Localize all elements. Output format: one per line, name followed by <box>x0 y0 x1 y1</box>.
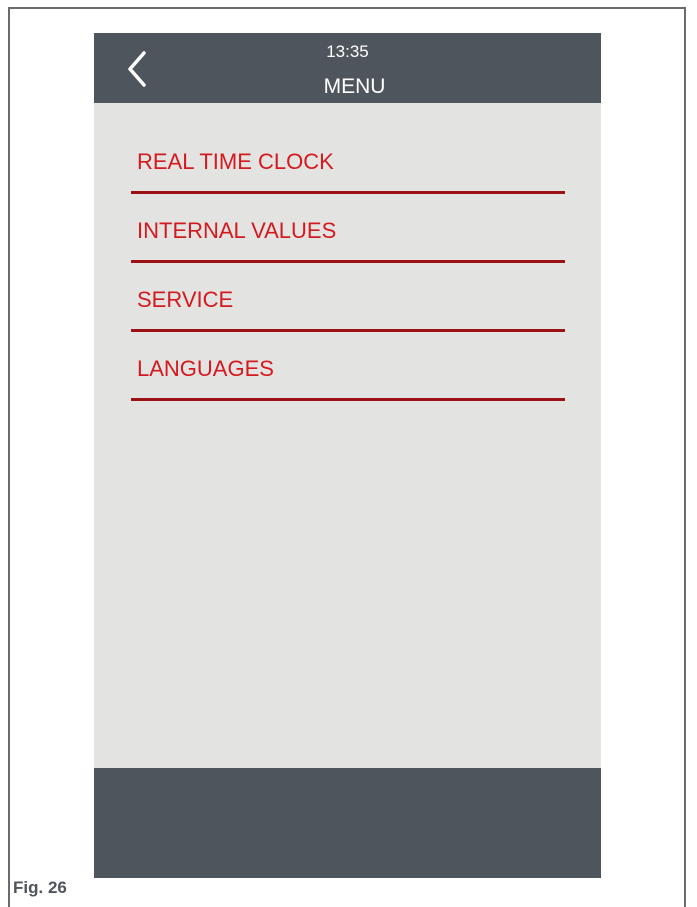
menu-item-label: REAL TIME CLOCK <box>137 149 334 174</box>
menu-item-real-time-clock[interactable]: REAL TIME CLOCK <box>131 137 565 206</box>
clock-time: 13:35 <box>326 42 369 61</box>
menu-item-divider <box>131 398 565 401</box>
menu-item-internal-values[interactable]: INTERNAL VALUES <box>131 206 565 275</box>
menu-list: REAL TIME CLOCK INTERNAL VALUES SERVICE … <box>131 137 565 413</box>
screen-footer <box>94 768 601 878</box>
menu-item-label: LANGUAGES <box>137 356 274 381</box>
menu-item-divider <box>131 191 565 194</box>
menu-item-label: SERVICE <box>137 287 234 312</box>
figure-caption: Fig. 26 <box>13 878 67 897</box>
menu-item-languages[interactable]: LANGUAGES <box>131 344 565 413</box>
device-screen: 13:35 MENU REAL TIME CLOCK INTERNAL VALU… <box>94 33 601 878</box>
menu-item-divider <box>131 260 565 263</box>
menu-item-service[interactable]: SERVICE <box>131 275 565 344</box>
menu-item-divider <box>131 329 565 332</box>
page-title: MENU <box>323 75 386 98</box>
menu-item-label: INTERNAL VALUES <box>137 218 337 243</box>
screen-header: 13:35 MENU <box>94 33 601 103</box>
